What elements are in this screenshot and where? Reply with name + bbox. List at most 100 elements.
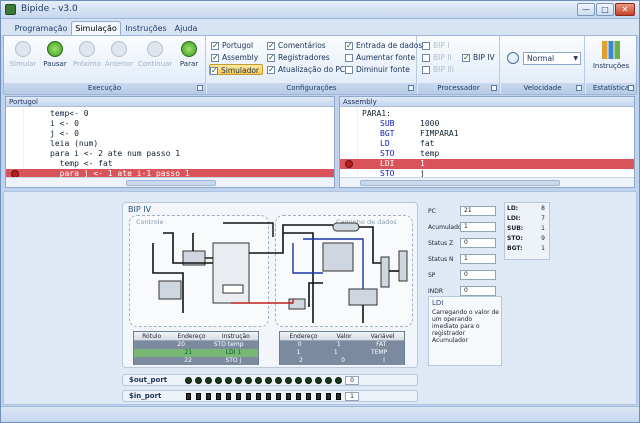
switch-toggle[interactable] [276, 393, 281, 400]
main-window: Bipide - v3.0 — □ ✕ Programação Simulaçã… [0, 0, 640, 423]
list-item: LD: 8 [507, 205, 545, 212]
table-row[interactable]: 21 LDI 1 [134, 349, 258, 357]
close-button[interactable]: ✕ [615, 3, 635, 16]
assembly-header: Assembly [340, 97, 634, 107]
portugol-editor[interactable]: temp<- 0 i <- 0 j <- 0 leia (num) para i… [6, 107, 334, 177]
dialog-launcher-icon[interactable] [628, 85, 634, 91]
tab-ajuda[interactable]: Ajuda [171, 21, 201, 35]
in-port-value: 1 [345, 392, 359, 401]
switch-toggle[interactable] [296, 393, 301, 400]
asm-line: LD fat [380, 139, 435, 148]
group-configuracoes: Portugol Assembly Simulador Comentários … [207, 36, 422, 94]
dialog-launcher-icon[interactable] [576, 85, 582, 91]
group-label-estatistica: Estatística [592, 84, 630, 92]
check-entrada-dados[interactable]: Entrada de dados [345, 40, 422, 51]
led-icon [315, 377, 322, 384]
dialog-launcher-icon[interactable] [491, 85, 497, 91]
cpu-diagram: BIP IV Controle Caminho de dados Rótulo … [122, 202, 418, 368]
parar-button[interactable]: Parar [174, 39, 204, 79]
dialog-launcher-icon[interactable] [408, 85, 414, 91]
tab-instrucoes[interactable]: Instruções [123, 21, 169, 35]
font-increase-icon [345, 54, 353, 62]
chevron-down-icon: ▼ [573, 55, 578, 62]
led-icon [255, 377, 262, 384]
pause-icon [47, 41, 63, 57]
switch-toggle[interactable] [286, 393, 291, 400]
table-row[interactable]: 20I [280, 357, 404, 365]
font-decrease-icon [345, 66, 353, 74]
check-atualizacao-pc[interactable]: Atualização do PC [267, 64, 345, 75]
tab-simulacao[interactable]: Simulação [71, 21, 121, 35]
radio-bip4[interactable]: BIP IV [462, 52, 495, 63]
switch-toggle[interactable] [226, 393, 231, 400]
table-row[interactable]: 20 STO temp [134, 341, 258, 349]
radio-bip1[interactable]: BIP I [422, 40, 449, 51]
check-registradores[interactable]: Registradores [267, 52, 330, 63]
speed-icon [507, 52, 519, 64]
switch-toggle[interactable] [236, 393, 241, 400]
switch-toggle[interactable] [186, 393, 191, 400]
switch-toggle[interactable] [246, 393, 251, 400]
dialog-launcher-icon[interactable] [197, 85, 203, 91]
in-port: $in_port 1 [122, 390, 418, 402]
pausar-button[interactable]: Pausar [40, 39, 70, 79]
window-title: Bipide - v3.0 [21, 4, 78, 14]
led-icon [245, 377, 252, 384]
horizontal-scrollbar[interactable] [6, 177, 334, 187]
register-value: 21 [460, 206, 496, 216]
aumentar-fonte-button[interactable]: Aumentar fonte [345, 52, 415, 63]
breakpoint-icon[interactable] [11, 170, 19, 177]
switch-toggle[interactable] [306, 393, 311, 400]
program-memory: Rótulo Endereço Instrução 20 STO temp 21 LDI… [133, 331, 259, 365]
asm-line: BGT FIMPARA1 [380, 129, 459, 138]
switch-toggle[interactable] [326, 393, 331, 400]
table-row[interactable]: 1 1 TEMP [280, 349, 404, 357]
anterior-button[interactable]: Anterior [104, 39, 134, 79]
table-row[interactable]: 0 1 FAT [280, 341, 404, 349]
switch-toggle[interactable] [196, 393, 201, 400]
switch-toggle[interactable] [316, 393, 321, 400]
simular-button[interactable]: Simular [8, 39, 38, 79]
maximize-button[interactable]: □ [596, 3, 614, 16]
switch-toggle[interactable] [216, 393, 221, 400]
table-row[interactable]: 22 STO j [134, 357, 258, 365]
play-icon [15, 41, 31, 57]
switch-toggle[interactable] [206, 393, 211, 400]
portugol-pane: Portugol temp<- 0 i <- 0 j <- 0 leia (nu… [5, 96, 335, 188]
velocidade-select[interactable]: Normal ▼ [523, 52, 581, 65]
led-icon [275, 377, 282, 384]
continuar-button[interactable]: Continuar [138, 39, 172, 79]
app-icon [5, 4, 16, 15]
radio-bip3[interactable]: BIP III [422, 64, 454, 75]
assembly-editor[interactable]: PARA1: SUB 1000 BGT FIMPARA1 LD fat STO temp… [340, 107, 634, 177]
minimize-button[interactable]: — [577, 3, 595, 16]
group-label-velocidade: Velocidade [523, 84, 562, 92]
register-value: 0 [460, 270, 496, 280]
group-velocidade: Normal ▼ Velocidade [501, 36, 585, 94]
list-item: SUB: 1 [507, 225, 545, 232]
code-line: i <- 0 [50, 119, 79, 128]
tab-programacao[interactable]: Programação [13, 21, 69, 35]
status-bar [1, 406, 639, 422]
switch-toggle[interactable] [266, 393, 271, 400]
switch-toggle[interactable] [256, 393, 261, 400]
diminuir-fonte-button[interactable]: Diminuir fonte [345, 64, 410, 75]
instrucoes-stat-button[interactable]: Instruções [592, 39, 630, 79]
radio-bip2[interactable]: BIP II [422, 52, 452, 63]
check-assembly[interactable]: Assembly [211, 52, 258, 63]
check-simulador[interactable]: Simulador [209, 64, 264, 76]
in-port-label: $in_port [129, 392, 162, 400]
register-label: SP [428, 272, 436, 279]
registers-panel: PC 21 Acumulador 1 Status Z0 Status N1 SP 0… [428, 206, 500, 302]
register-value: 0 [460, 238, 496, 248]
proximo-button[interactable]: Próximo [72, 39, 102, 79]
switch-toggle[interactable] [336, 393, 341, 400]
check-comentarios[interactable]: Comentários [267, 40, 326, 51]
check-portugol[interactable]: Portugol [211, 40, 253, 51]
horizontal-scrollbar[interactable] [340, 177, 634, 187]
register-value: 1 [460, 222, 496, 232]
breakpoint-icon[interactable] [345, 160, 353, 168]
register-label: Acumulador [428, 224, 465, 231]
code-line: para i <- 2 ate num passo 1 [50, 149, 181, 158]
asm-line: SUB 1000 [380, 119, 440, 128]
